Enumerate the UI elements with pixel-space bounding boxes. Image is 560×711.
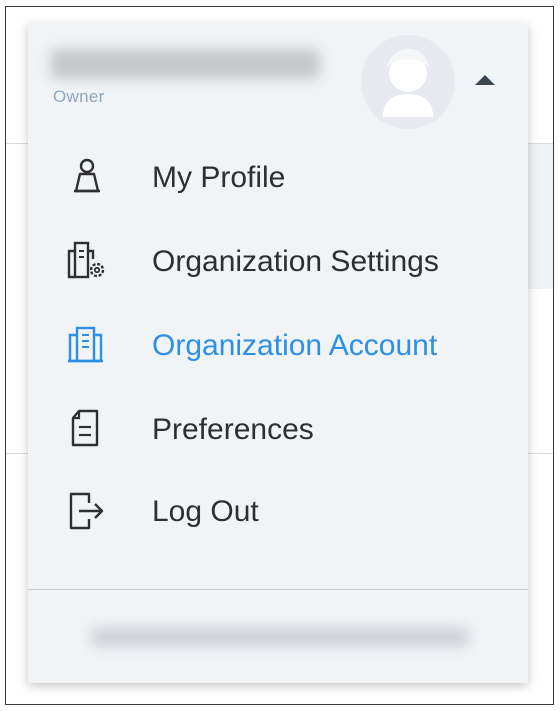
menu-item-organization-account[interactable]: Organization Account bbox=[28, 309, 528, 381]
user-dropdown-menu: Owner My Profile Organization Settings O… bbox=[28, 23, 528, 683]
user-name-blurred bbox=[50, 49, 320, 79]
menu-item-my-profile[interactable]: My Profile bbox=[28, 141, 528, 213]
person-icon bbox=[74, 158, 100, 193]
user-role-label: Owner bbox=[53, 87, 105, 106]
menu-item-label: Preferences bbox=[152, 413, 314, 446]
menu-item-label: My Profile bbox=[152, 161, 286, 194]
collapse-caret-icon[interactable] bbox=[475, 75, 495, 85]
default-avatar-icon bbox=[383, 49, 433, 117]
menu-item-label: Organization Account bbox=[152, 329, 438, 362]
menu-item-label: Organization Settings bbox=[152, 245, 439, 278]
account-header[interactable]: Owner bbox=[28, 23, 528, 133]
building-icon bbox=[68, 326, 103, 363]
menu-item-preferences[interactable]: Preferences bbox=[28, 393, 528, 465]
menu-item-log-out[interactable]: Log Out bbox=[28, 475, 528, 547]
screenshot-frame: Owner My Profile Organization Settings O… bbox=[5, 6, 554, 705]
avatar[interactable] bbox=[361, 35, 455, 129]
document-icon bbox=[71, 409, 99, 447]
menu-divider bbox=[28, 589, 528, 590]
menu-item-organization-settings[interactable]: Organization Settings bbox=[28, 225, 528, 297]
logout-icon bbox=[69, 492, 104, 530]
user-email-blurred bbox=[90, 627, 470, 647]
menu-item-label: Log Out bbox=[152, 495, 259, 528]
building-gear-icon bbox=[67, 241, 105, 279]
